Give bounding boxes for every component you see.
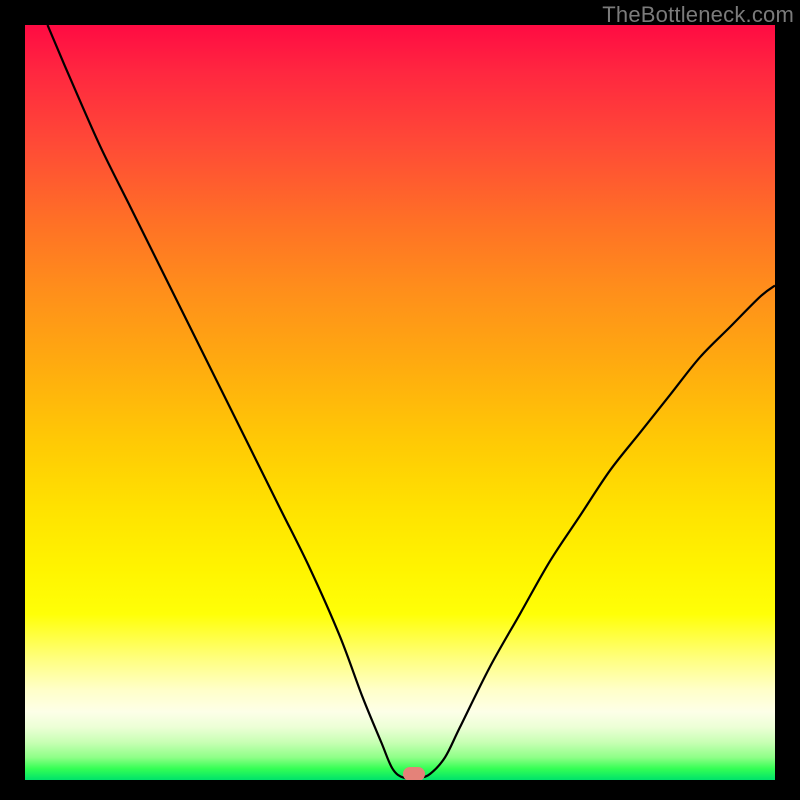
- optimal-point-marker: [403, 767, 425, 780]
- bottleneck-curve: [48, 25, 776, 779]
- curve-layer: [25, 25, 775, 780]
- outer-border: TheBottleneck.com: [0, 0, 800, 800]
- plot-area: [25, 25, 775, 780]
- watermark-text: TheBottleneck.com: [602, 2, 794, 28]
